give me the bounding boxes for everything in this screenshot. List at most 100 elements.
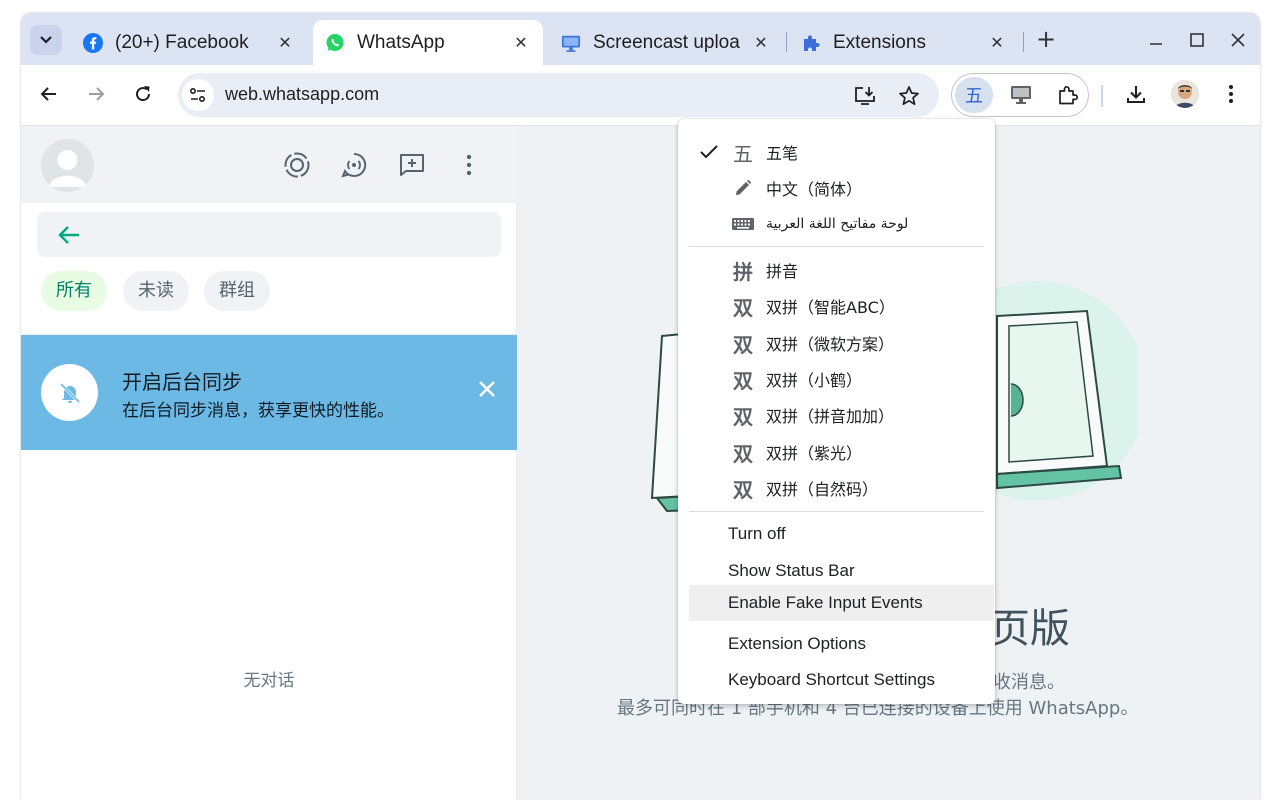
banner-close-button[interactable]: [473, 375, 501, 403]
menu-item-extension-options[interactable]: Extension Options: [689, 626, 994, 662]
close-icon[interactable]: ✕: [751, 33, 771, 52]
menu-item-label: 中文（简体）: [766, 180, 863, 199]
tab-title: WhatsApp: [357, 31, 445, 53]
close-window-button[interactable]: [1220, 25, 1256, 55]
tune-icon: [189, 87, 206, 103]
chevron-down-icon: [40, 36, 52, 44]
menu-item-label: Keyboard Shortcut Settings: [728, 670, 935, 689]
address-bar[interactable]: web.whatsapp.com: [178, 73, 939, 117]
menu-item-show-status-bar[interactable]: Show Status Bar: [689, 553, 994, 589]
install-app-button[interactable]: [852, 83, 878, 109]
background-sync-banner[interactable]: 开启后台同步 在后台同步消息，获享更快的性能。: [21, 335, 517, 450]
url-text[interactable]: web.whatsapp.com: [225, 84, 379, 105]
menu-item-pinyin[interactable]: 拼 拼音: [689, 252, 994, 288]
kebab-menu-icon: [466, 154, 472, 176]
tab-whatsapp[interactable]: WhatsApp ✕: [313, 20, 543, 65]
shuangpin-glyph: 双: [733, 477, 753, 502]
tab-separator: [1023, 32, 1024, 52]
shuangpin-glyph: 双: [733, 295, 753, 320]
tab-search-button[interactable]: [30, 25, 62, 55]
menu-item-label: 双拼（微软方案）: [766, 335, 895, 354]
maximize-button[interactable]: [1179, 25, 1215, 55]
main-description-line1: 收消息。: [993, 672, 1065, 693]
bookmark-star-button[interactable]: [896, 83, 922, 109]
pencil-icon: [731, 178, 755, 198]
default-avatar-icon: [49, 150, 86, 187]
new-tab-button[interactable]: +: [1034, 27, 1058, 51]
menu-item-arabic-keyboard[interactable]: لوحة مفاتيح اللغة العربية: [689, 206, 994, 242]
reload-icon: [136, 86, 151, 102]
close-icon[interactable]: ✕: [275, 33, 295, 52]
arrow-left-icon: [40, 87, 56, 101]
menu-item-label: لوحة مفاتيح اللغة العربية: [766, 216, 909, 232]
extension-group: 五: [951, 73, 1089, 117]
empty-chats-text: 无对话: [243, 671, 295, 691]
menu-item-enable-fake-input-events[interactable]: Enable Fake Input Events: [689, 585, 994, 621]
menu-item-shuangpin-ziranma[interactable]: 双 双拼（自然码）: [689, 470, 994, 506]
menu-item-shuangpin-xiaohe[interactable]: 双 双拼（小鹤）: [689, 361, 994, 397]
filter-chip-groups[interactable]: 群组: [204, 271, 270, 311]
pinyin-glyph: 拼: [733, 259, 753, 284]
shuangpin-glyph: 双: [733, 441, 753, 466]
reload-button[interactable]: [128, 79, 158, 109]
browser-toolbar: web.whatsapp.com 五: [21, 65, 1260, 126]
keyboard-icon: [731, 216, 755, 232]
close-icon[interactable]: ✕: [987, 33, 1007, 52]
filter-chip-all[interactable]: 所有: [41, 271, 107, 311]
arrow-left-icon[interactable]: [57, 224, 81, 246]
back-button[interactable]: [34, 79, 64, 109]
channels-button[interactable]: [337, 148, 371, 182]
banner-subtitle: 在后台同步消息，获享更快的性能。: [122, 401, 394, 421]
menu-item-shuangpin-microsoft[interactable]: 双 双拼（微软方案）: [689, 325, 994, 361]
menu-item-shuangpin-pinyinjiajia[interactable]: 双 双拼（拼音加加）: [689, 397, 994, 433]
filter-chip-unread[interactable]: 未读: [123, 271, 189, 311]
ime-extension-button[interactable]: 五: [955, 77, 993, 113]
search-input[interactable]: [37, 212, 501, 257]
tab-extensions[interactable]: Extensions ✕: [789, 20, 1019, 65]
menu-item-label: 双拼（自然码）: [766, 480, 879, 499]
profile-photo-icon: [1171, 80, 1199, 108]
forward-button[interactable]: [81, 79, 111, 109]
tab-title: Screencast uploa: [593, 31, 740, 53]
downloads-button[interactable]: [1121, 79, 1151, 109]
tab-facebook[interactable]: (20+) Facebook ✕: [71, 20, 307, 65]
puzzle-icon: [1059, 85, 1079, 105]
menu-item-turn-off[interactable]: Turn off: [689, 516, 994, 552]
tab-screencast[interactable]: Screencast uploa ✕: [549, 20, 783, 65]
menu-separator: [689, 246, 984, 247]
kebab-menu-icon: [1229, 85, 1233, 103]
menu-item-shuangpin-abc[interactable]: 双 双拼（智能ABC）: [689, 288, 994, 324]
status-button[interactable]: [280, 148, 314, 182]
screencast-extension-button[interactable]: [1002, 77, 1040, 113]
site-info-button[interactable]: [182, 79, 214, 111]
close-icon[interactable]: ✕: [511, 33, 531, 52]
status-icon: [284, 152, 310, 178]
menu-item-wubi[interactable]: 五 五笔: [689, 134, 994, 170]
sidebar-header: [21, 126, 517, 203]
minimize-button[interactable]: [1138, 25, 1174, 55]
banner-title: 开启后台同步: [122, 370, 242, 394]
user-avatar[interactable]: [41, 139, 94, 192]
new-chat-icon: [400, 154, 424, 176]
menu-item-chinese-simplified[interactable]: 中文（简体）: [689, 170, 994, 206]
tab-title: Extensions: [833, 31, 926, 53]
menu-item-label: 双拼（紫光）: [766, 444, 863, 463]
menu-item-shuangpin-ziguang[interactable]: 双 双拼（紫光）: [689, 434, 994, 470]
menu-item-keyboard-shortcut-settings[interactable]: Keyboard Shortcut Settings: [689, 662, 994, 698]
menu-item-label: Turn off: [728, 524, 786, 543]
bell-off-icon: [41, 364, 98, 421]
new-chat-button[interactable]: [395, 148, 429, 182]
profile-avatar[interactable]: [1171, 80, 1199, 108]
chrome-menu-button[interactable]: [1216, 79, 1246, 109]
menu-separator: [689, 511, 984, 512]
facebook-icon: [83, 32, 103, 53]
shuangpin-glyph: 双: [733, 368, 753, 393]
tab-separator: [786, 32, 787, 52]
close-icon: [1231, 33, 1245, 47]
channels-icon: [341, 152, 367, 178]
extensions-menu-button[interactable]: [1049, 77, 1087, 113]
sidebar-menu-button[interactable]: [452, 148, 486, 182]
screencast-icon: [1011, 86, 1031, 104]
ime-badge: 五: [965, 86, 983, 107]
menu-item-label: 双拼（小鹤）: [766, 371, 863, 390]
